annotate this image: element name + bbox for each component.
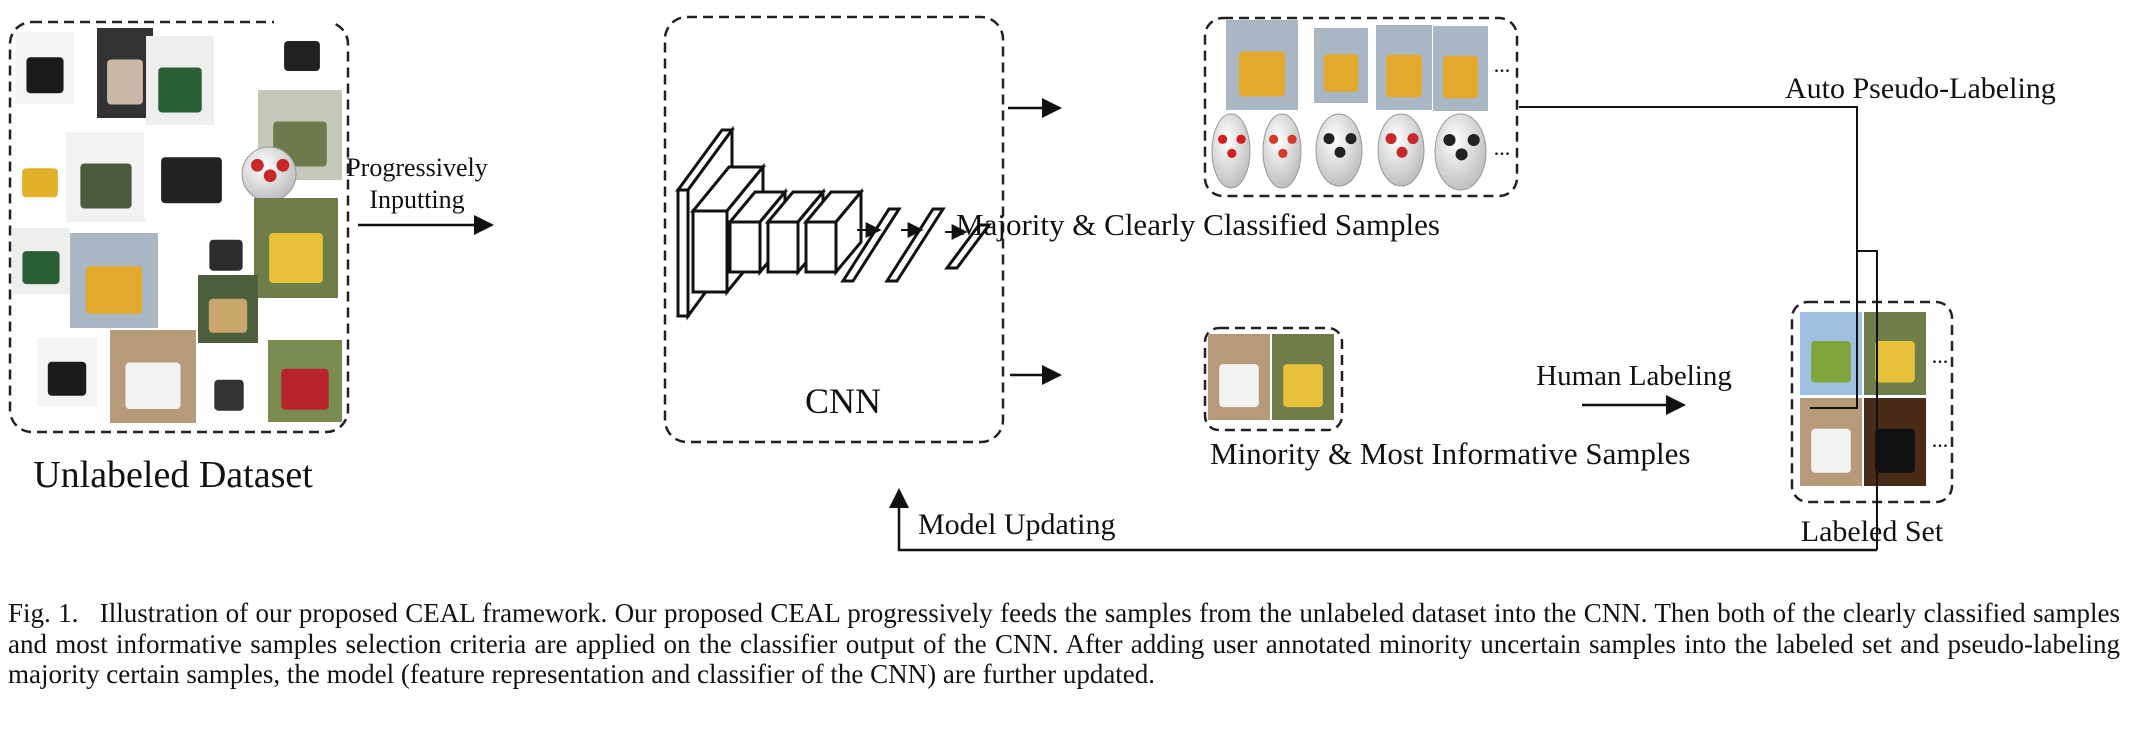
majority-ellipsis-row2: ... <box>1494 135 1511 160</box>
majority-samples-box: ... ... Majority & Clearly Classified Sa… <box>956 16 1519 242</box>
majority-ellipsis-row1: ... <box>1494 52 1511 77</box>
labeled-set-box: ... ... Labeled Set <box>1790 300 1954 548</box>
thumbnail-soccer-ball-flags <box>1262 113 1302 189</box>
thumbnail-mug <box>12 148 68 206</box>
model-updating-label: Model Updating <box>918 508 1115 541</box>
majority-samples-label: Majority & Clearly Classified Samples <box>956 207 1440 242</box>
thumbnail-camera-bag <box>200 218 252 280</box>
thumbnail-bulldozer <box>1314 28 1368 103</box>
thumbnail-dog-with-ball <box>1208 334 1270 420</box>
caption-text: Illustration of our proposed CEAL framew… <box>8 598 2120 689</box>
unlabeled-dataset-box: Unlabeled Dataset <box>8 20 350 496</box>
thumbnail-bulldozer <box>70 233 158 328</box>
ceal-framework-diagram: Unlabeled Dataset Progressively Inputtin… <box>8 15 2056 552</box>
thumbnail-child-and-bulldozer <box>254 198 338 298</box>
thumbnail-child-and-bulldozer <box>1272 334 1334 420</box>
thumbnail-tennis-racket <box>12 228 70 294</box>
majority-thumbnails <box>1211 20 1488 191</box>
thumbnail-bulldozer <box>1226 20 1298 110</box>
thumbnail-soccer-ball-canada <box>1377 113 1425 187</box>
thumbnail-bulldozer-in-field <box>1800 312 1862 395</box>
thumbnail-tennis-racket <box>146 36 214 126</box>
thumbnail-backpack <box>37 338 97 406</box>
cnn-layers-drawing <box>675 125 992 321</box>
labeled-ellipsis-row2: ... <box>1932 427 1949 452</box>
cnn-box: CNN <box>663 15 1005 444</box>
thumbnail-soccer-ball-trophy <box>1864 398 1926 486</box>
thumbnail-soccer-ball <box>1434 113 1487 191</box>
thumbnail-binoculars-on-rock <box>198 275 258 343</box>
progressive-label-line2: Inputting <box>369 185 464 214</box>
cnn-label: CNN <box>805 381 881 421</box>
auto-pseudo-labeling-connector: Auto Pseudo-Labeling <box>1519 72 2056 550</box>
thumbnail-soccer-ball-canada <box>241 146 297 202</box>
human-labeling-arrow: Human Labeling <box>1536 360 1732 415</box>
caption-prefix: Fig. 1. <box>8 598 79 628</box>
thumbnail-dog-with-ball <box>110 330 196 423</box>
thumbnail-binoculars <box>144 125 239 217</box>
thumbnail-soccer-ball-red <box>1211 113 1251 189</box>
progressive-label-line1: Progressively <box>346 153 488 182</box>
auto-pseudo-labeling-label: Auto Pseudo-Labeling <box>1785 72 2056 105</box>
labeled-ellipsis-row1: ... <box>1932 343 1949 368</box>
human-labeling-label: Human Labeling <box>1536 360 1732 392</box>
unlabeled-dataset-label: Unlabeled Dataset <box>33 454 313 496</box>
labeled-set-label: Labeled Set <box>1801 515 1944 548</box>
minority-samples-box: Minority & Most Informative Samples <box>1203 326 1690 471</box>
thumbnail-dog-with-ball <box>1800 398 1862 486</box>
thumbnail-backpack <box>16 32 74 104</box>
unlabeled-thumbnails <box>12 20 342 423</box>
figure-caption: Fig. 1. Illustration of our proposed CEA… <box>8 598 2120 690</box>
progressive-inputting-arrow: Progressively Inputting <box>346 153 494 235</box>
thumbnail-girl-with-backpack <box>268 340 342 422</box>
thumbnail-bulldozer <box>1376 25 1432 110</box>
labeled-thumbnails <box>1800 312 1926 486</box>
thumbnail-soccer-ball <box>1315 113 1363 187</box>
minority-thumbnails <box>1208 334 1334 420</box>
thumbnail-calculator <box>206 358 252 420</box>
thumbnail-bulldozer <box>1433 26 1488 111</box>
model-updating-connector: Model Updating <box>889 488 1877 552</box>
thumbnail-simmons-ad <box>66 132 146 222</box>
thumbnail-child-and-bulldozer <box>1864 312 1926 395</box>
minority-samples-label: Minority & Most Informative Samples <box>1210 436 1690 471</box>
thumbnail-badminton-rackets <box>97 28 153 118</box>
thumbnail-binoculars <box>274 20 330 80</box>
